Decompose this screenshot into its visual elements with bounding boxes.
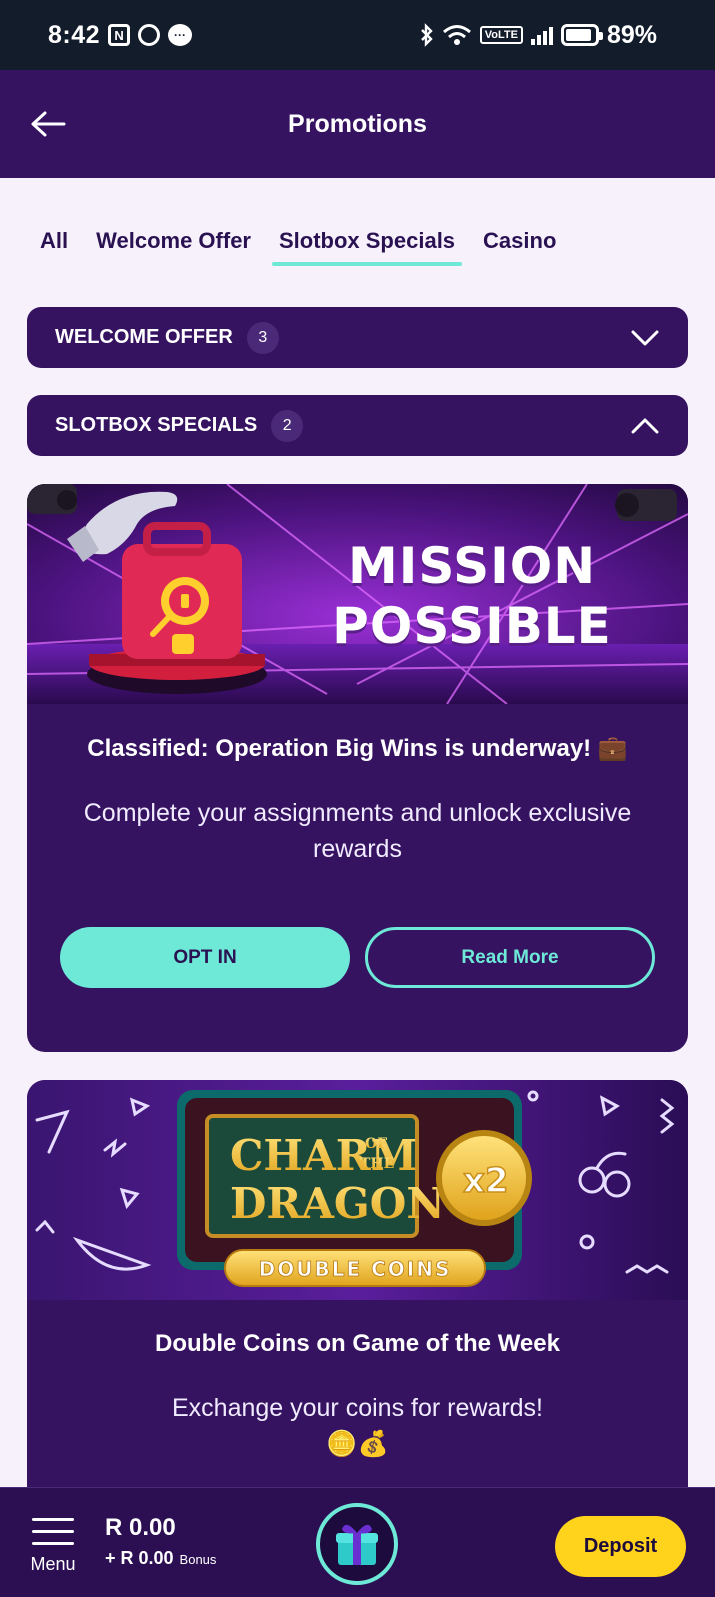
svg-text:THE: THE bbox=[360, 1156, 394, 1172]
promo-description: Complete your assignments and unlock exc… bbox=[83, 799, 632, 863]
accordion-slotbox-specials[interactable]: SLOTBOX SPECIALS 2 bbox=[27, 395, 688, 456]
promo-tabs: All Welcome Offer Slotbox Specials Casin… bbox=[40, 228, 584, 266]
banner-line-1: MISSION bbox=[347, 537, 597, 595]
bonus-label: Bonus bbox=[179, 1552, 217, 1567]
promo-card: MISSION POSSIBLE Classified: Operation B… bbox=[27, 484, 688, 1052]
hamburger-icon bbox=[28, 1518, 78, 1545]
svg-text:DOUBLE COINS: DOUBLE COINS bbox=[259, 1257, 452, 1281]
accordion-welcome-offer[interactable]: WELCOME OFFER 3 bbox=[27, 307, 688, 368]
banner-headline: MISSION POSSIBLE bbox=[312, 536, 632, 656]
svg-text:OF: OF bbox=[365, 1136, 387, 1152]
promo-title: Double Coins on Game of the Week bbox=[155, 1330, 560, 1357]
signal-icon bbox=[530, 25, 553, 45]
menu-button[interactable]: Menu bbox=[28, 1518, 78, 1575]
balance-display[interactable]: R 0.00 + R 0.00 Bonus bbox=[105, 1514, 216, 1569]
gift-icon bbox=[336, 1524, 378, 1565]
accordion-count-badge: 3 bbox=[246, 321, 279, 354]
coins-emoji: 🪙💰 bbox=[326, 1430, 389, 1458]
alarm-icon bbox=[138, 24, 161, 46]
chat-bubble-icon: ··· bbox=[168, 24, 193, 46]
promo-card: CHARM OF THE DRAGON x2 DOUBLE COINS Doub… bbox=[27, 1080, 688, 1520]
tab-slotbox-specials[interactable]: Slotbox Specials bbox=[271, 228, 463, 266]
bonus-amount: + R 0.00 bbox=[105, 1548, 174, 1568]
opt-in-button[interactable]: OPT IN bbox=[60, 927, 350, 988]
battery-icon bbox=[560, 24, 603, 46]
wifi-icon bbox=[442, 24, 472, 46]
status-bar: 8:42 N ··· VoLTE 89% bbox=[0, 0, 715, 70]
promo-banner-charm-of-the-dragon[interactable]: CHARM OF THE DRAGON x2 DOUBLE COINS bbox=[27, 1080, 688, 1300]
accordion-title: WELCOME OFFER bbox=[55, 326, 233, 348]
dragon-banner-art: CHARM OF THE DRAGON x2 DOUBLE COINS bbox=[27, 1080, 688, 1300]
volte-icon: VoLTE bbox=[479, 26, 523, 44]
menu-label: Menu bbox=[30, 1554, 76, 1574]
svg-text:DRAGON: DRAGON bbox=[230, 1179, 445, 1228]
promo-banner-mission-possible[interactable]: MISSION POSSIBLE bbox=[27, 484, 688, 704]
deposit-button[interactable]: Deposit bbox=[555, 1516, 686, 1577]
arrow-left-icon bbox=[31, 111, 66, 137]
bluetooth-icon bbox=[420, 23, 434, 47]
promo-description-text: Exchange your coins for rewards! bbox=[171, 1394, 543, 1422]
status-time: 8:42 bbox=[48, 20, 101, 49]
banner-line-2: POSSIBLE bbox=[332, 597, 612, 655]
app-header: Promotions bbox=[0, 70, 715, 178]
accordion-title: SLOTBOX SPECIALS bbox=[55, 414, 258, 436]
nfc-icon: N bbox=[108, 24, 131, 46]
promo-description: Exchange your coins for rewards! 🪙💰 bbox=[27, 1390, 688, 1462]
cash-balance: R 0.00 bbox=[105, 1514, 176, 1541]
back-button[interactable] bbox=[30, 106, 70, 142]
accordion-count-badge: 2 bbox=[271, 409, 304, 442]
page-title: Promotions bbox=[288, 109, 427, 138]
battery-percent: 89% bbox=[606, 20, 657, 49]
bonus-balance: + R 0.00 Bonus bbox=[105, 1548, 216, 1569]
tab-welcome-offer[interactable]: Welcome Offer bbox=[96, 228, 251, 266]
chevron-down-icon bbox=[631, 330, 659, 345]
promo-actions: OPT IN Read More bbox=[27, 927, 688, 988]
bottom-navigation: Menu R 0.00 + R 0.00 Bonus Deposit bbox=[0, 1487, 715, 1597]
svg-text:x2: x2 bbox=[463, 1161, 509, 1201]
promo-title: Classified: Operation Big Wins is underw… bbox=[87, 735, 628, 762]
chevron-up-icon bbox=[631, 418, 659, 433]
gift-box-button[interactable] bbox=[316, 1503, 398, 1585]
tab-all[interactable]: All bbox=[40, 228, 68, 266]
tab-casino[interactable]: Casino bbox=[483, 228, 556, 266]
read-more-button[interactable]: Read More bbox=[365, 927, 655, 988]
